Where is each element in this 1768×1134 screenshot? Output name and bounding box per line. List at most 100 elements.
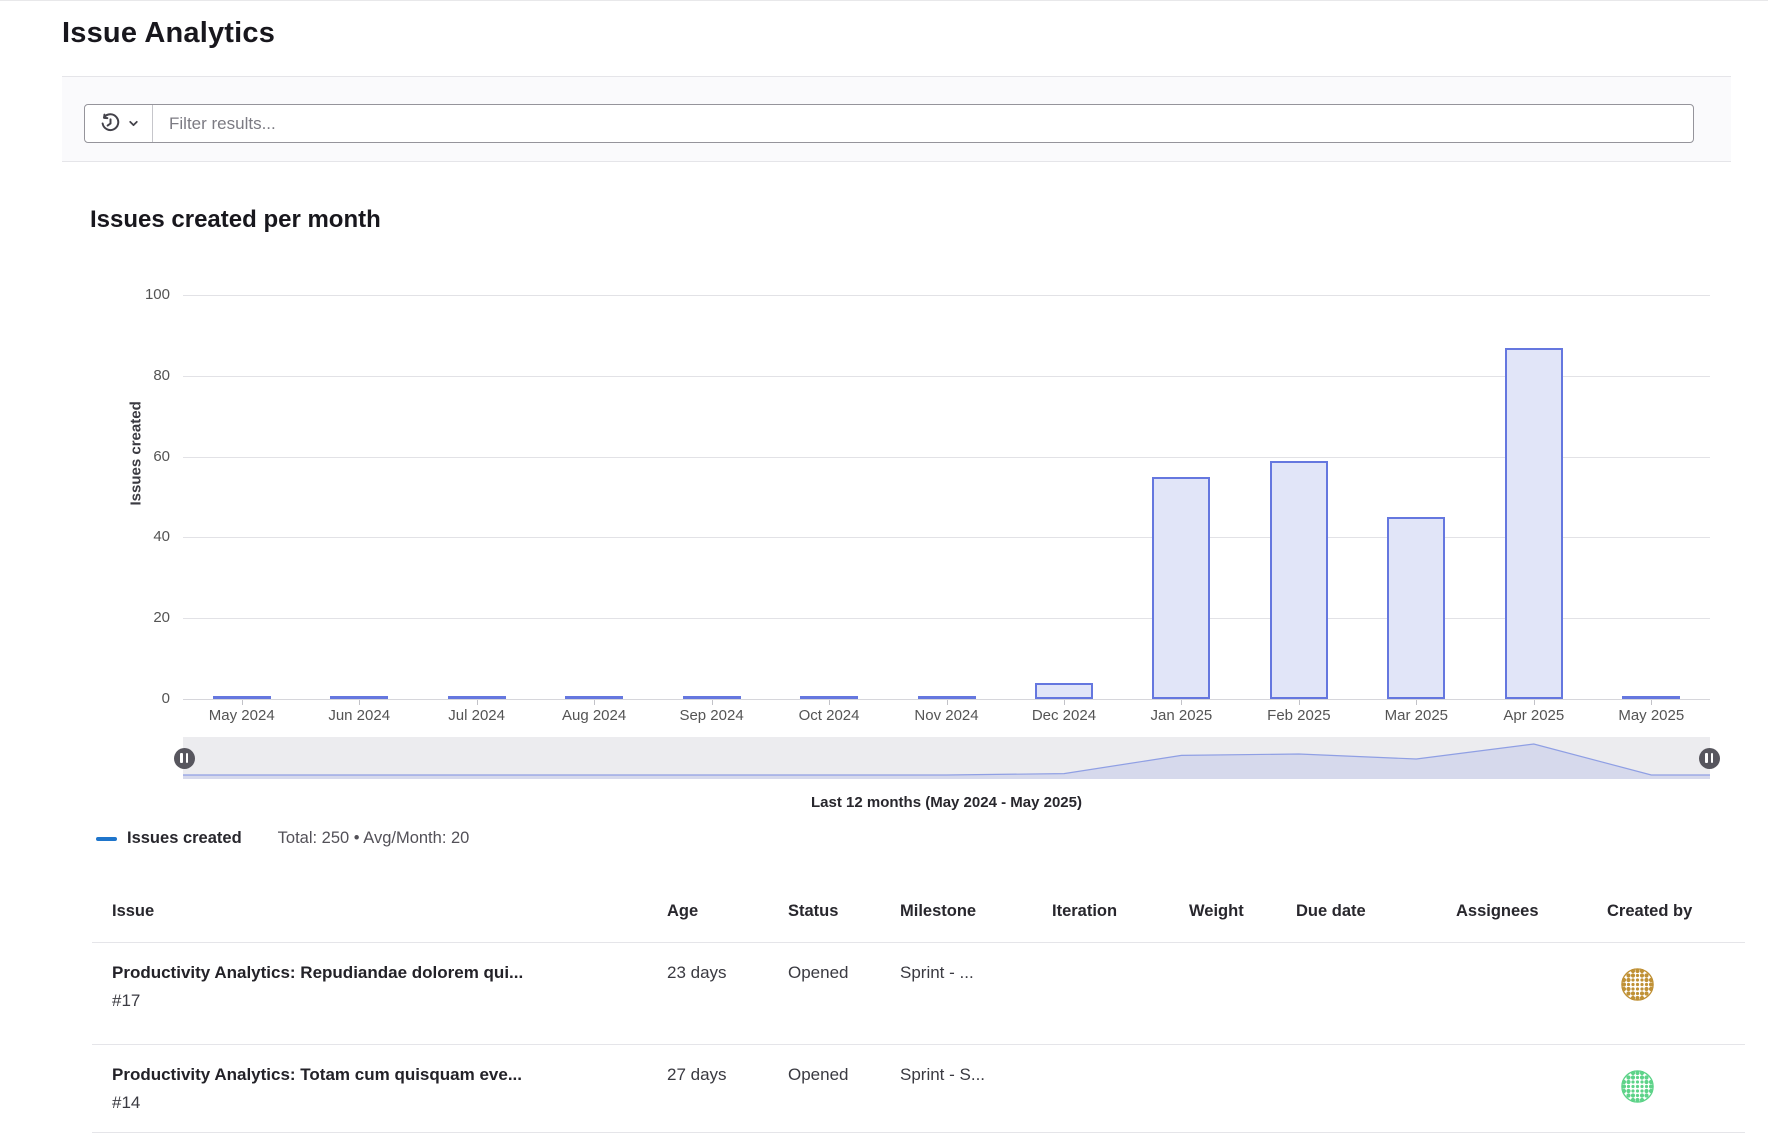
x-tick (1534, 700, 1535, 705)
filter-section (62, 76, 1731, 162)
bar-Nov-2024[interactable] (918, 696, 976, 699)
x-tick (594, 700, 595, 705)
weight-cell (1189, 943, 1296, 1044)
bar-Dec-2024[interactable] (1035, 683, 1093, 699)
filter-control (84, 104, 1694, 143)
issue-analytics-page: Issue Analytics Issues crea (0, 0, 1768, 1134)
x-tick (1651, 700, 1652, 705)
created-by-cell (1607, 943, 1745, 1044)
bar-Feb-2025[interactable] (1270, 461, 1328, 699)
age-cell: 27 days (667, 1045, 788, 1132)
brush-handle-right[interactable] (1699, 748, 1720, 769)
x-tick-label-Feb-2025: Feb 2025 (1240, 707, 1358, 724)
issue-id: #17 (112, 989, 667, 1013)
assignees-cell (1456, 943, 1607, 1044)
gridline-40 (183, 537, 1710, 538)
table-row: Productivity Analytics: Repudiandae dolo… (92, 943, 1745, 1045)
milestone-cell: Sprint - ... (900, 943, 1052, 1044)
iteration-cell (1052, 1045, 1189, 1132)
weight-cell (1189, 1045, 1296, 1132)
table-header-row: Issue Age Status Milestone Iteration Wei… (92, 885, 1745, 943)
table-row: Productivity Analytics: Totam cum quisqu… (92, 1045, 1745, 1133)
age-cell: 23 days (667, 943, 788, 1044)
x-tick-label-Aug-2024: Aug 2024 (535, 707, 653, 724)
page-title: Issue Analytics (62, 17, 275, 50)
x-tick (1181, 700, 1182, 705)
assignees-cell (1456, 1045, 1607, 1132)
bar-Jul-2024[interactable] (448, 696, 506, 699)
bar-Jan-2025[interactable] (1152, 477, 1210, 699)
legend-summary: Total: 250 • Avg/Month: 20 (278, 829, 470, 848)
chart-range-caption: Last 12 months (May 2024 - May 2025) (183, 794, 1710, 811)
column-header-issue: Issue (92, 885, 667, 942)
chart-title: Issues created per month (90, 206, 381, 234)
x-tick (947, 700, 948, 705)
x-tick-label-Sep-2024: Sep 2024 (653, 707, 771, 724)
bar-Aug-2024[interactable] (565, 696, 623, 699)
issue-id: #14 (112, 1091, 667, 1115)
y-tick-label-0: 0 (0, 690, 170, 707)
y-tick-label-60: 60 (0, 448, 170, 465)
filter-input[interactable] (153, 105, 1693, 142)
history-dropdown-button[interactable] (85, 105, 153, 142)
x-tick (1064, 700, 1065, 705)
y-tick-label-100: 100 (0, 286, 170, 303)
x-tick-label-Nov-2024: Nov 2024 (888, 707, 1006, 724)
x-tick (1299, 700, 1300, 705)
created-by-avatar[interactable] (1621, 1070, 1654, 1103)
chevron-down-icon (128, 118, 139, 129)
x-tick (477, 700, 478, 705)
x-tick-label-Jul-2024: Jul 2024 (418, 707, 536, 724)
x-tick (359, 700, 360, 705)
column-header-iteration: Iteration (1052, 885, 1189, 942)
issue-cell: Productivity Analytics: Totam cum quisqu… (92, 1045, 667, 1132)
brush-handle-left[interactable] (174, 748, 195, 769)
status-cell: Opened (788, 1045, 900, 1132)
x-tick-label-Dec-2024: Dec 2024 (1005, 707, 1123, 724)
issue-title-link[interactable]: Productivity Analytics: Repudiandae dolo… (112, 961, 667, 985)
x-tick (712, 700, 713, 705)
x-tick-label-Jun-2024: Jun 2024 (300, 707, 418, 724)
x-tick-label-Oct-2024: Oct 2024 (770, 707, 888, 724)
x-tick-label-May-2024: May 2024 (183, 707, 301, 724)
bar-Mar-2025[interactable] (1387, 517, 1445, 699)
x-tick-label-May-2025: May 2025 (1592, 707, 1710, 724)
x-tick (829, 700, 830, 705)
history-icon (100, 113, 121, 134)
issue-cell: Productivity Analytics: Repudiandae dolo… (92, 943, 667, 1044)
due-date-cell (1296, 943, 1456, 1044)
created-by-avatar[interactable] (1621, 968, 1654, 1001)
bar-Apr-2025[interactable] (1505, 348, 1563, 699)
column-header-assignees: Assignees (1456, 885, 1607, 942)
bar-Oct-2024[interactable] (800, 696, 858, 699)
chart-zoom-brush[interactable] (183, 737, 1710, 779)
due-date-cell (1296, 1045, 1456, 1132)
bar-May-2024[interactable] (213, 696, 271, 699)
y-tick-label-20: 20 (0, 609, 170, 626)
bar-May-2025[interactable] (1622, 696, 1680, 699)
column-header-milestone: Milestone (900, 885, 1052, 942)
gridline-60 (183, 457, 1710, 458)
column-header-age: Age (667, 885, 788, 942)
x-tick-label-Mar-2025: Mar 2025 (1357, 707, 1475, 724)
gridline-100 (183, 295, 1710, 296)
issues-table: Issue Age Status Milestone Iteration Wei… (92, 885, 1745, 1133)
chart-legend: Issues created Total: 250 • Avg/Month: 2… (96, 829, 469, 848)
legend-series-dash (96, 837, 117, 841)
legend-series-label[interactable]: Issues created (127, 829, 242, 848)
column-header-due-date: Due date (1296, 885, 1456, 942)
bar-Jun-2024[interactable] (330, 696, 388, 699)
bar-Sep-2024[interactable] (683, 696, 741, 699)
column-header-created-by: Created by (1607, 885, 1745, 942)
x-tick-label-Jan-2025: Jan 2025 (1122, 707, 1240, 724)
milestone-cell: Sprint - S... (900, 1045, 1052, 1132)
status-cell: Opened (788, 943, 900, 1044)
column-header-status: Status (788, 885, 900, 942)
issue-title-link[interactable]: Productivity Analytics: Totam cum quisqu… (112, 1063, 667, 1087)
column-header-weight: Weight (1189, 885, 1296, 942)
y-tick-label-40: 40 (0, 528, 170, 545)
gridline-80 (183, 376, 1710, 377)
iteration-cell (1052, 943, 1189, 1044)
x-tick-label-Apr-2025: Apr 2025 (1475, 707, 1593, 724)
x-tick (242, 700, 243, 705)
